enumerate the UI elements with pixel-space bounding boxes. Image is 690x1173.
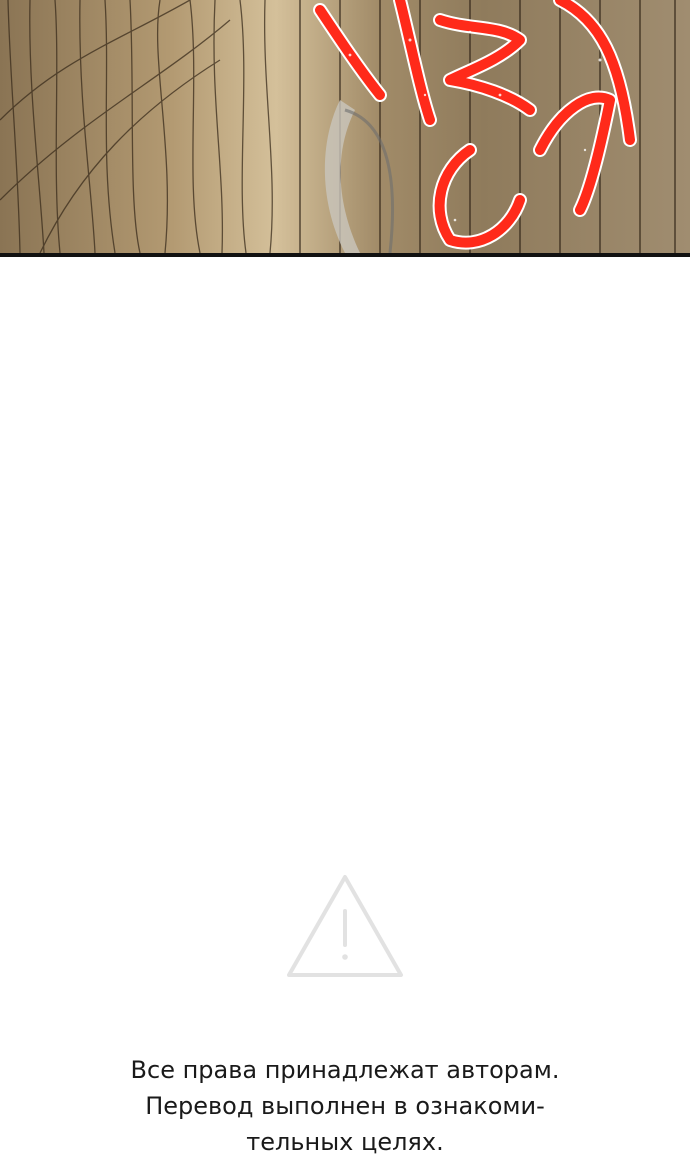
- warning-triangle-icon: [287, 875, 403, 977]
- notice-line-3: тельных целях.: [246, 1128, 444, 1156]
- speed-lines: [299, 0, 676, 253]
- page-gutter: [0, 257, 690, 857]
- blade-shape: [324, 100, 360, 253]
- comic-page: Все права принадлежат авторам. Перевод в…: [0, 0, 690, 1173]
- hair-strands: [0, 0, 273, 253]
- notice-line-1: Все права принадлежат авторам.: [130, 1056, 560, 1084]
- panel-artwork: [0, 0, 676, 253]
- comic-panel: [0, 0, 690, 253]
- notice-line-2: Перевод выполнен в ознакоми-: [145, 1092, 545, 1120]
- copyright-notice: Все права принадлежат авторам. Перевод в…: [0, 1052, 690, 1160]
